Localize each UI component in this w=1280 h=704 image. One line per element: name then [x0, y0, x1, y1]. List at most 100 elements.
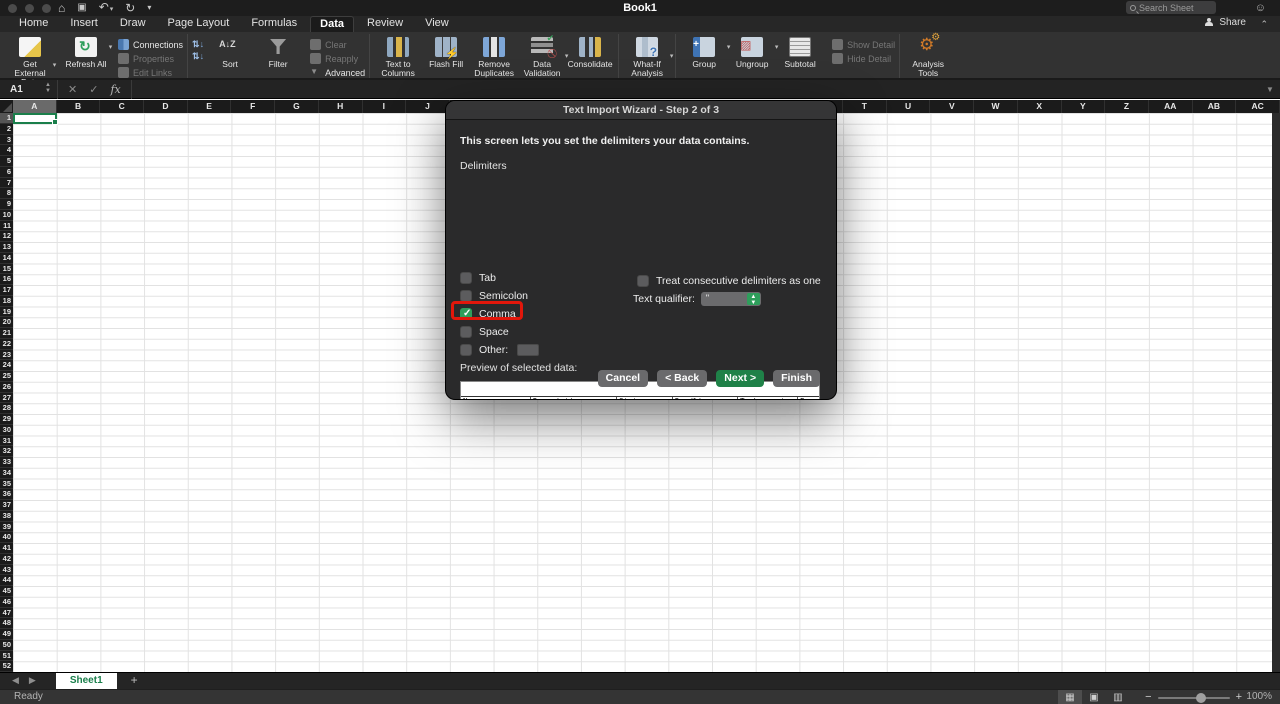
ungroup-button[interactable]: Ungroup ▾: [729, 35, 775, 69]
collapse-ribbon-icon[interactable]: ⌃: [1260, 19, 1268, 30]
row-header-39[interactable]: 39: [0, 522, 13, 533]
finish-button[interactable]: Finish: [773, 370, 820, 387]
row-header-44[interactable]: 44: [0, 575, 13, 586]
column-header-h[interactable]: H: [319, 100, 363, 113]
row-header-38[interactable]: 38: [0, 511, 13, 522]
row-header-26[interactable]: 26: [0, 382, 13, 393]
column-header-g[interactable]: G: [275, 100, 319, 113]
row-header-3[interactable]: 3: [0, 135, 13, 146]
text-to-columns-button[interactable]: Text to Columns: [375, 35, 421, 78]
data-validation-button[interactable]: Data Validation ▾: [519, 35, 565, 78]
row-header-17[interactable]: 17: [0, 285, 13, 296]
row-header-32[interactable]: 32: [0, 446, 13, 457]
zoom-slider-thumb[interactable]: [1196, 693, 1206, 703]
row-header-15[interactable]: 15: [0, 264, 13, 275]
row-header-21[interactable]: 21: [0, 328, 13, 339]
row-header-8[interactable]: 8: [0, 188, 13, 199]
column-header-z[interactable]: Z: [1105, 100, 1149, 113]
column-header-j[interactable]: J: [406, 100, 450, 113]
row-header-4[interactable]: 4: [0, 145, 13, 156]
row-header-48[interactable]: 48: [0, 618, 13, 629]
insert-function-icon[interactable]: fx: [110, 83, 120, 96]
ribbon-tab-review[interactable]: Review: [358, 16, 412, 32]
row-header-1[interactable]: 1: [0, 113, 13, 124]
space-checkbox[interactable]: [460, 326, 472, 338]
filter-button[interactable]: Filter: [255, 35, 301, 69]
next-sheet-icon[interactable]: ▶: [29, 675, 46, 685]
treat-consecutive-checkbox[interactable]: [637, 275, 649, 287]
advanced-button[interactable]: ▼Advanced: [310, 67, 365, 78]
column-header-v[interactable]: V: [930, 100, 974, 113]
row-header-12[interactable]: 12: [0, 231, 13, 242]
row-header-5[interactable]: 5: [0, 156, 13, 167]
ribbon-tab-page-layout[interactable]: Page Layout: [159, 16, 239, 32]
page-break-view-icon[interactable]: ▥: [1106, 690, 1130, 704]
ribbon-tab-insert[interactable]: Insert: [61, 16, 107, 32]
zoom-slider[interactable]: [1158, 697, 1230, 699]
column-header-y[interactable]: Y: [1062, 100, 1106, 113]
row-header-36[interactable]: 36: [0, 489, 13, 500]
cancel-entry-icon[interactable]: ✕: [68, 83, 77, 96]
column-header-aa[interactable]: AA: [1149, 100, 1193, 113]
name-box-stepper-icon[interactable]: ▲▼: [45, 82, 51, 94]
back-button[interactable]: < Back: [657, 370, 707, 387]
row-header-25[interactable]: 25: [0, 371, 13, 382]
row-header-30[interactable]: 30: [0, 425, 13, 436]
row-header-11[interactable]: 11: [0, 221, 13, 232]
column-header-ac[interactable]: AC: [1236, 100, 1280, 113]
row-header-6[interactable]: 6: [0, 167, 13, 178]
zoom-out-icon[interactable]: −: [1145, 691, 1151, 704]
row-header-28[interactable]: 28: [0, 403, 13, 414]
connections-button[interactable]: Connections: [118, 39, 183, 50]
column-header-c[interactable]: C: [100, 100, 144, 113]
other-delimiter-input[interactable]: [517, 344, 539, 356]
row-header-22[interactable]: 22: [0, 339, 13, 350]
column-header-t[interactable]: T: [843, 100, 887, 113]
row-header-9[interactable]: 9: [0, 199, 13, 210]
sort-za-icon[interactable]: ⇅↓: [192, 52, 204, 60]
row-header-14[interactable]: 14: [0, 253, 13, 264]
row-header-2[interactable]: 2: [0, 124, 13, 135]
confirm-entry-icon[interactable]: ✓: [89, 83, 98, 96]
column-header-b[interactable]: B: [57, 100, 101, 113]
row-header-37[interactable]: 37: [0, 500, 13, 511]
selected-cell-a1[interactable]: [13, 113, 57, 124]
refresh-all-button[interactable]: Refresh All ▾: [63, 35, 109, 69]
row-header-13[interactable]: 13: [0, 242, 13, 253]
sort-az-icon[interactable]: ⇅↓: [192, 40, 204, 48]
semicolon-checkbox[interactable]: [460, 290, 472, 302]
row-header-41[interactable]: 41: [0, 543, 13, 554]
remove-duplicates-button[interactable]: Remove Duplicates: [471, 35, 517, 78]
sheet-tab-sheet1[interactable]: Sheet1: [56, 673, 117, 689]
row-header-50[interactable]: 50: [0, 640, 13, 651]
column-header-x[interactable]: X: [1018, 100, 1062, 113]
row-header-42[interactable]: 42: [0, 554, 13, 565]
row-header-18[interactable]: 18: [0, 296, 13, 307]
what-if-analysis-button[interactable]: What-If Analysis ▾: [624, 35, 670, 78]
row-header-10[interactable]: 10: [0, 210, 13, 221]
row-header-24[interactable]: 24: [0, 360, 13, 371]
column-header-w[interactable]: W: [974, 100, 1018, 113]
vertical-scrollbar[interactable]: [1272, 113, 1280, 672]
row-header-27[interactable]: 27: [0, 393, 13, 404]
row-header-47[interactable]: 47: [0, 608, 13, 619]
column-header-f[interactable]: F: [231, 100, 275, 113]
other-checkbox[interactable]: [460, 344, 472, 356]
cancel-button[interactable]: Cancel: [598, 370, 648, 387]
row-header-52[interactable]: 52: [0, 661, 13, 672]
comma-checkbox[interactable]: [460, 308, 472, 320]
share-button[interactable]: Share: [1205, 17, 1246, 28]
row-header-20[interactable]: 20: [0, 317, 13, 328]
row-header-51[interactable]: 51: [0, 651, 13, 662]
row-header-45[interactable]: 45: [0, 586, 13, 597]
row-header-19[interactable]: 19: [0, 307, 13, 318]
ribbon-tab-formulas[interactable]: Formulas: [242, 16, 306, 32]
ribbon-tab-view[interactable]: View: [416, 16, 458, 32]
tab-checkbox[interactable]: [460, 272, 472, 284]
ribbon-tab-data[interactable]: Data: [310, 16, 354, 32]
feedback-smiley-icon[interactable]: ☺: [1255, 2, 1266, 14]
ribbon-tab-home[interactable]: Home: [10, 16, 57, 32]
row-header-49[interactable]: 49: [0, 629, 13, 640]
row-header-46[interactable]: 46: [0, 597, 13, 608]
column-header-e[interactable]: E: [188, 100, 232, 113]
